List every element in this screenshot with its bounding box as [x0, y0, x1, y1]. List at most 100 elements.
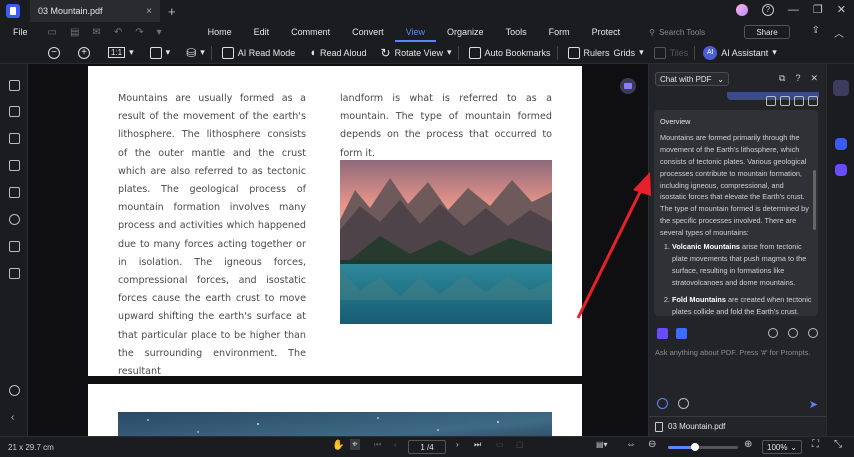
zoom-dropdown[interactable]: 100% ⌄ [762, 440, 802, 454]
hand-tool-icon[interactable]: ✋ [332, 440, 344, 451]
chat-mode-value: Chat with PDF [660, 74, 712, 84]
ai-chat-rail-icon[interactable] [833, 80, 849, 96]
tiles-icon [653, 46, 666, 59]
page-display-button[interactable]: ▾ [149, 42, 170, 64]
save-icon[interactable]: ▭ [48, 27, 57, 38]
answer-list-item: Volcanic Mountains arise from tectonic p… [672, 241, 812, 289]
fit-width-icon[interactable]: ⇔ [626, 439, 636, 450]
panel-help-icon[interactable]: ? [795, 73, 800, 84]
zoom-slider-handle[interactable] [690, 443, 699, 451]
prev-page-icon[interactable]: ‹ [394, 440, 397, 449]
redo-icon[interactable]: ↷ [135, 27, 143, 38]
fit-page-icon[interactable]: ▢ [516, 440, 524, 449]
single-page-icon[interactable]: ▭ [496, 440, 504, 449]
thumbnails-icon[interactable] [9, 80, 20, 91]
signature-icon[interactable] [9, 268, 20, 279]
chat-attach-icon[interactable] [768, 328, 778, 338]
close-panel-icon[interactable]: ✕ [810, 73, 818, 84]
answer-scrollbar[interactable] [813, 170, 816, 230]
ai-assistant-button[interactable]: AI AI Assistant ▾ [703, 42, 777, 64]
regenerate-icon[interactable] [808, 96, 818, 106]
menu-protect[interactable]: Protect [581, 22, 632, 42]
collapse-ribbon-icon[interactable]: ︿ [834, 25, 844, 40]
zoom-slider[interactable] [668, 443, 738, 451]
help-icon[interactable]: ? [761, 3, 774, 16]
user-avatar[interactable] [735, 3, 748, 16]
add-chat-icon[interactable] [808, 328, 818, 338]
menu-tools[interactable]: Tools [495, 22, 538, 42]
read-aloud-button[interactable]: ◖ Read Aloud [309, 42, 366, 64]
exit-fullscreen-icon[interactable]: ⤡ [834, 439, 842, 450]
email-icon[interactable]: ✉ [92, 27, 100, 38]
last-page-icon[interactable]: ⏭ [474, 440, 481, 450]
menu-convert[interactable]: Convert [341, 22, 395, 42]
menu-edit[interactable]: Edit [243, 22, 281, 42]
close-tab-icon[interactable]: × [146, 6, 152, 17]
new-chat-icon[interactable]: ⧉ [779, 73, 785, 84]
thumbs-up-icon[interactable] [766, 96, 776, 106]
actual-size-button[interactable]: 1:1 ▾ [108, 42, 134, 64]
rotate-view-button[interactable]: ↻ Rotate View ▾ [381, 42, 452, 64]
next-page-icon[interactable]: › [456, 440, 459, 449]
layers-list-icon[interactable] [9, 160, 20, 171]
page-number-input[interactable]: 1 /4 [408, 440, 446, 454]
menu-view[interactable]: View [394, 22, 437, 42]
layers-icon[interactable] [9, 241, 20, 252]
document-canvas[interactable]: Mountains are usually formed as a result… [28, 64, 648, 436]
ai-read-mode-button[interactable]: AI Read Mode [221, 42, 295, 64]
status-zoom-in-icon[interactable]: ⊕ [744, 439, 752, 450]
document-tab[interactable]: 03 Mountain.pdf × [30, 0, 160, 22]
zoom-in-button[interactable]: + [78, 42, 90, 64]
document-tab-title: 03 Mountain.pdf [38, 6, 103, 16]
grids-label: Grids [613, 47, 636, 58]
translate-icon[interactable] [676, 328, 687, 339]
maximize-icon[interactable]: ❐ [813, 3, 823, 16]
menu-comment[interactable]: Comment [280, 22, 341, 42]
attached-file-chip[interactable]: 03 Mountain.pdf [649, 416, 827, 436]
ai-model-icon[interactable] [657, 328, 668, 339]
print-icon[interactable]: ▤ [70, 27, 79, 38]
thumbs-down-icon[interactable] [780, 96, 790, 106]
minimize-icon[interactable]: — [788, 4, 799, 16]
page-layout-status-icon[interactable]: ▤▾ [596, 440, 608, 449]
fullscreen-icon[interactable]: ⛶ [812, 439, 819, 450]
first-page-icon[interactable]: ⏮ [374, 440, 381, 450]
answer-heading: Overview [660, 117, 691, 126]
attachment-icon[interactable] [9, 187, 20, 198]
page-text-right-column: landform is what is referred to as a mou… [340, 93, 552, 159]
translate-rail-icon[interactable] [835, 138, 847, 150]
ai-floating-icon [624, 83, 632, 89]
bookmarks-icon[interactable] [9, 106, 20, 117]
select-tool-icon[interactable]: ⌖ [350, 439, 360, 450]
status-zoom-out-icon[interactable]: ⊖ [648, 439, 656, 450]
help-panel-icon[interactable] [9, 385, 20, 396]
rulers-grids-button[interactable]: Rulers Grids ▾ [567, 42, 644, 64]
send-icon[interactable]: ➤ [809, 398, 818, 411]
collapse-sidebar-icon[interactable]: ‹ [11, 412, 14, 423]
lightbulb-icon[interactable] [657, 398, 668, 409]
proofread-rail-icon[interactable] [835, 164, 847, 176]
menu-home[interactable]: Home [197, 22, 243, 42]
menu-file[interactable]: File [13, 27, 28, 37]
page-layout-icon [149, 46, 162, 59]
close-window-icon[interactable]: ✕ [837, 3, 846, 16]
copy-icon[interactable] [794, 96, 804, 106]
deep-search-icon[interactable] [678, 398, 689, 409]
undo-icon[interactable]: ↶ [114, 27, 122, 38]
customize-icon[interactable]: ▾ [157, 27, 162, 38]
auto-bookmarks-button[interactable]: Auto Bookmarks [468, 42, 551, 64]
ai-floating-button[interactable] [620, 78, 636, 94]
new-tab-button[interactable]: + [168, 4, 176, 19]
send-to-device-icon[interactable]: ⇪ [812, 25, 820, 40]
comments-icon[interactable] [9, 133, 20, 144]
background-color-button[interactable]: ⛁ ▾ [186, 42, 205, 64]
search-panel-icon[interactable] [9, 214, 20, 225]
menu-organize[interactable]: Organize [436, 22, 495, 42]
share-button[interactable]: Share [744, 25, 790, 39]
menu-form[interactable]: Form [538, 22, 581, 42]
chat-mode-dropdown[interactable]: Chat with PDF ⌄ [655, 72, 729, 86]
tiles-button[interactable]: Tiles [653, 42, 688, 64]
history-icon[interactable] [788, 328, 798, 338]
zoom-out-button[interactable]: − [48, 42, 60, 64]
chat-input[interactable]: Ask anything about PDF. Press '#' for Pr… [655, 348, 810, 357]
